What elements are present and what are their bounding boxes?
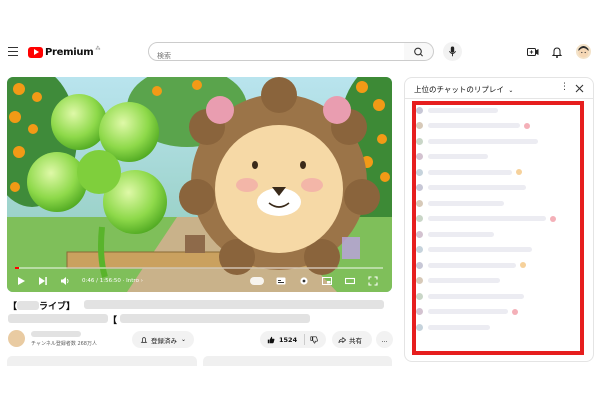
close-icon[interactable] bbox=[575, 84, 584, 93]
blurred-title-text-3 bbox=[120, 314, 310, 323]
video-player[interactable] bbox=[7, 77, 392, 292]
description-box-2[interactable] bbox=[203, 356, 392, 366]
blurred-title-text bbox=[84, 300, 384, 309]
play-logo-icon bbox=[28, 46, 43, 58]
title-line2-prefix: 【 bbox=[108, 316, 118, 326]
share-icon bbox=[338, 336, 346, 343]
like-divider bbox=[304, 334, 306, 345]
blurred-title-text-2 bbox=[8, 314, 108, 323]
create-icon[interactable] bbox=[526, 45, 540, 59]
description-box[interactable] bbox=[7, 356, 197, 366]
time-current: 0:46 bbox=[82, 278, 95, 284]
play-icon[interactable] bbox=[16, 276, 26, 286]
search-button[interactable] bbox=[404, 42, 434, 61]
volume-icon[interactable] bbox=[60, 276, 70, 286]
share-button[interactable]: 共有 bbox=[332, 331, 372, 348]
theater-mode-icon[interactable] bbox=[345, 276, 355, 286]
avatar[interactable] bbox=[576, 44, 591, 59]
menu-icon[interactable] bbox=[8, 47, 18, 57]
subscribed-label: 登録済み bbox=[151, 336, 177, 345]
search-icon bbox=[414, 47, 423, 57]
miniplayer-icon[interactable] bbox=[322, 276, 332, 286]
chevron-down-icon: ⌄ bbox=[181, 336, 187, 343]
title-prefix: 【 bbox=[8, 302, 18, 312]
mic-icon bbox=[449, 46, 456, 57]
like-dislike-group: 1524 bbox=[260, 331, 326, 348]
logo-superscript: ⁂ bbox=[95, 46, 101, 52]
bell-icon[interactable] bbox=[550, 45, 564, 59]
time-total: 1:56:50 bbox=[99, 278, 121, 284]
bell-icon bbox=[140, 336, 148, 343]
progress-fill bbox=[15, 267, 19, 269]
chat-mode-selector[interactable]: 上位のチャットのリプレイ ⌄ bbox=[414, 84, 513, 95]
progress-bar[interactable] bbox=[15, 267, 383, 269]
search-input[interactable] bbox=[149, 46, 414, 66]
chat-title: 上位のチャットのリプレイ bbox=[414, 85, 504, 94]
next-icon[interactable] bbox=[38, 276, 48, 286]
chat-header-divider bbox=[405, 98, 593, 99]
title-visible-part: ライブ】 bbox=[39, 302, 76, 312]
dislike-icon[interactable] bbox=[310, 335, 318, 344]
more-icon: … bbox=[381, 335, 388, 344]
chapter-label[interactable]: Intro bbox=[126, 278, 139, 284]
more-actions-button[interactable]: … bbox=[376, 331, 393, 348]
chat-more-icon[interactable]: ⋮ bbox=[560, 82, 569, 92]
share-label: 共有 bbox=[349, 336, 362, 345]
subscribed-button[interactable]: 登録済み ⌄ bbox=[132, 331, 194, 348]
video-thumbnail-illustration bbox=[7, 77, 392, 292]
autoplay-toggle[interactable] bbox=[250, 277, 264, 285]
chevron-down-icon: ⌄ bbox=[508, 87, 514, 94]
time-display: 0:46 / 1:56:50 · Intro › bbox=[82, 278, 143, 284]
blurred-channel-name[interactable] bbox=[31, 331, 81, 337]
subtitles-icon[interactable] bbox=[276, 276, 286, 286]
fullscreen-icon[interactable] bbox=[368, 276, 378, 286]
video-title-line2: 【 bbox=[108, 313, 117, 326]
video-title-line1: 【 ライブ】 bbox=[8, 299, 75, 312]
settings-gear-icon[interactable] bbox=[299, 276, 309, 286]
logo-text: Premium bbox=[45, 46, 94, 58]
like-count[interactable]: 1524 bbox=[279, 336, 297, 344]
youtube-premium-logo[interactable]: Premium ⁂ bbox=[28, 45, 100, 59]
like-icon[interactable] bbox=[267, 336, 275, 344]
voice-search-button[interactable] bbox=[443, 42, 462, 61]
search-box[interactable] bbox=[148, 42, 414, 66]
subscriber-count: チャンネル登録者数 268万人 bbox=[31, 341, 97, 347]
avatar-face-icon bbox=[578, 46, 589, 58]
channel-avatar[interactable] bbox=[8, 330, 25, 347]
highlight-box bbox=[412, 101, 584, 355]
